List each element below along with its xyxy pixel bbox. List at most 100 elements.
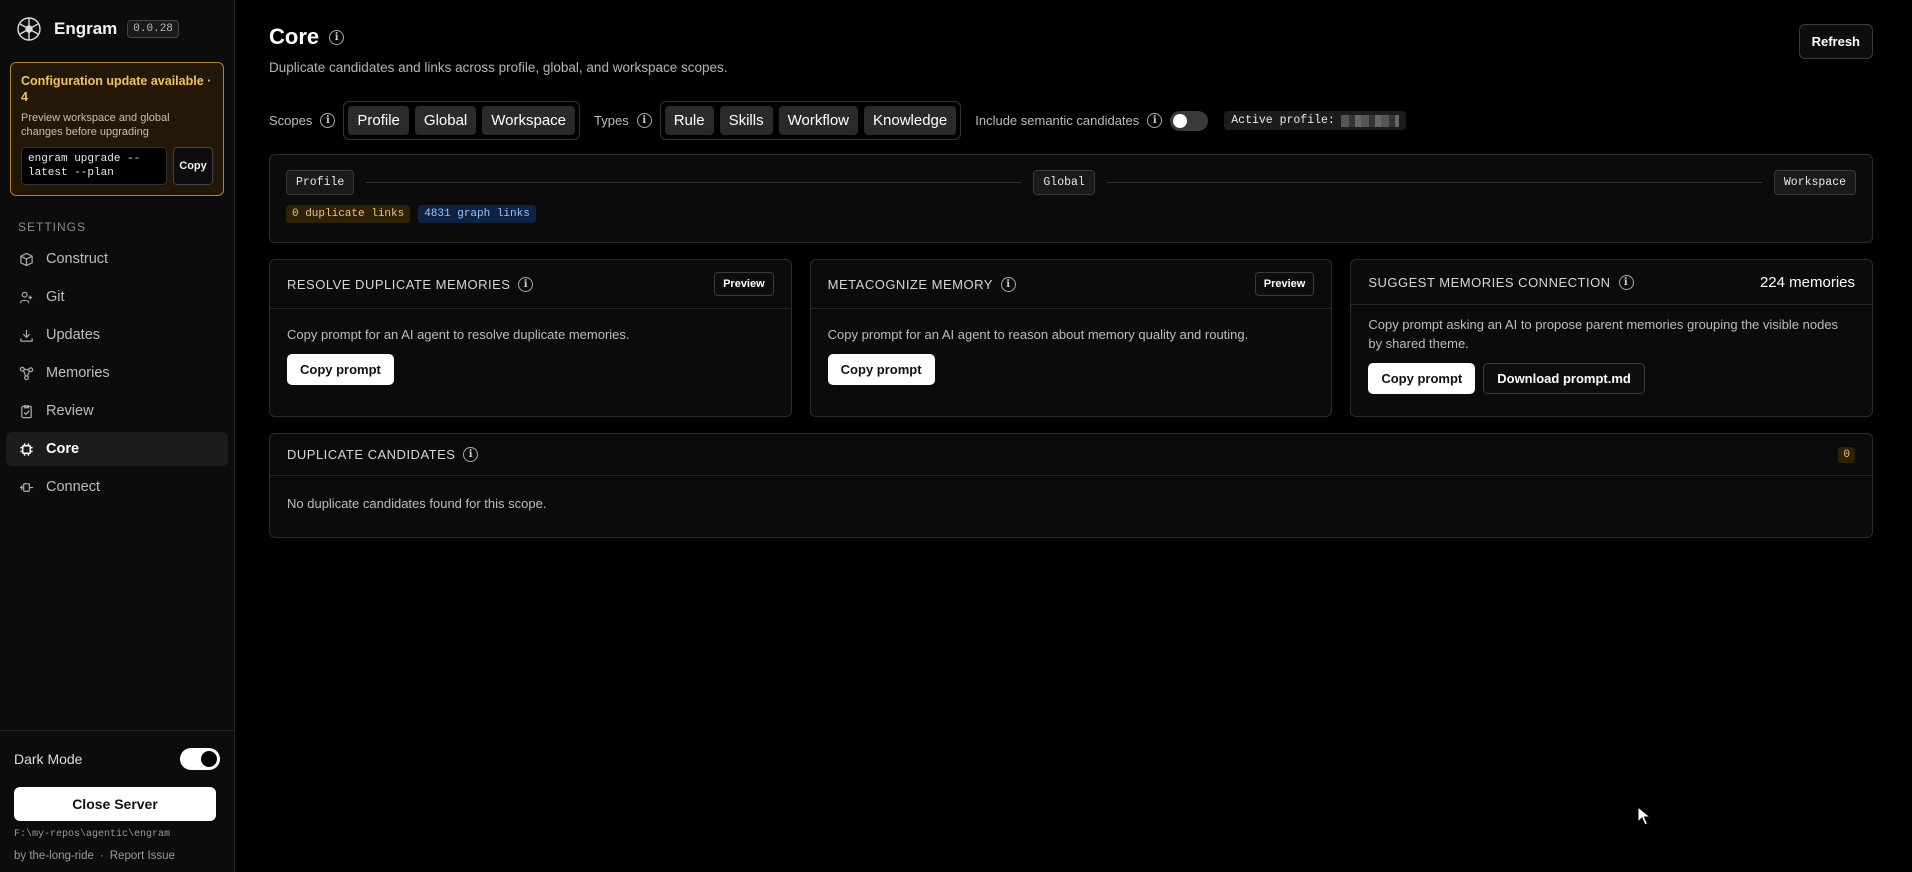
download-prompt-button[interactable]: Download prompt.md bbox=[1483, 363, 1645, 394]
redacted-profile-name bbox=[1340, 114, 1399, 127]
duplicate-count-badge: 0 bbox=[1838, 446, 1855, 463]
info-icon[interactable]: i bbox=[320, 113, 336, 128]
duplicate-candidates-panel: DUPLICATE CANDIDATES i 0 No duplicate ca… bbox=[269, 433, 1873, 538]
type-chip-workflow[interactable]: Workflow bbox=[778, 106, 858, 135]
card-description: Copy prompt asking an AI to propose pare… bbox=[1368, 317, 1839, 351]
sidebar-item-memories[interactable]: Memories bbox=[6, 356, 228, 390]
upgrade-command: engram upgrade -- latest --plan bbox=[21, 147, 167, 185]
update-description: Preview workspace and global changes bef… bbox=[21, 112, 170, 138]
info-icon[interactable]: i bbox=[1147, 113, 1163, 128]
sidebar-item-label: Updates bbox=[46, 327, 101, 343]
settings-section-label: SETTINGS bbox=[18, 220, 87, 234]
card-body: Copy prompt for an AI agent to resolve d… bbox=[270, 309, 791, 401]
sidebar-item-label: Git bbox=[46, 289, 65, 305]
main-content: Core i Duplicate candidates and links ac… bbox=[235, 0, 1912, 872]
scope-chip-profile[interactable]: Profile bbox=[348, 106, 409, 135]
type-chip-skills[interactable]: Skills bbox=[719, 106, 773, 135]
sidebar-item-connect[interactable]: Connect bbox=[6, 470, 228, 504]
download-icon bbox=[18, 327, 34, 343]
scope-tag-workspace: Workspace bbox=[1773, 170, 1857, 195]
card-header: SUGGEST MEMORIES CONNECTION i 224 memori… bbox=[1351, 260, 1873, 305]
info-icon[interactable]: i bbox=[1000, 276, 1016, 292]
page-subtitle: Duplicate candidates and links across pr… bbox=[269, 60, 728, 75]
scope-chip-workspace[interactable]: Workspace bbox=[482, 106, 576, 135]
info-icon[interactable]: i bbox=[518, 276, 534, 292]
version-badge: 0.0.28 bbox=[127, 20, 179, 38]
info-icon[interactable]: i bbox=[329, 29, 345, 45]
panel-title-text: DUPLICATE CANDIDATES bbox=[287, 447, 456, 462]
scope-line: Profile Global Workspace bbox=[286, 170, 1857, 195]
scope-tag-global: Global bbox=[1033, 170, 1095, 195]
preview-button[interactable]: Preview bbox=[714, 272, 774, 296]
card-header: METACOGNIZE MEMORY i Preview bbox=[810, 260, 1332, 309]
types-label-text: Types bbox=[594, 113, 629, 128]
type-chip-knowledge[interactable]: Knowledge bbox=[864, 106, 957, 135]
clipboard-icon bbox=[18, 403, 34, 419]
card-title-text: METACOGNIZE MEMORY bbox=[827, 276, 993, 292]
page-header: Core i Duplicate candidates and links ac… bbox=[269, 24, 1873, 75]
update-title: Configuration update available · 4 bbox=[21, 74, 212, 104]
scope-tag-profile: Profile bbox=[286, 170, 355, 195]
info-icon[interactable]: i bbox=[463, 447, 479, 462]
action-cards: RESOLVE DUPLICATE MEMORIES i Preview Cop… bbox=[269, 259, 1874, 417]
sidebar-item-git[interactable]: Git bbox=[6, 280, 228, 314]
semantic-toggle[interactable] bbox=[1170, 110, 1209, 131]
card-buttons: Copy prompt Download prompt.md bbox=[1368, 363, 1855, 394]
copy-prompt-button[interactable]: Copy prompt bbox=[1368, 363, 1476, 394]
sidebar: Engram 0.0.28 Configuration update avail… bbox=[0, 0, 235, 872]
scope-chips: Profile Global Workspace bbox=[343, 101, 581, 140]
card-description: Copy prompt for an AI agent to reason ab… bbox=[827, 327, 1249, 342]
active-profile-label: Active profile: bbox=[1231, 114, 1335, 127]
sidebar-item-updates[interactable]: Updates bbox=[6, 318, 228, 352]
card-header: RESOLVE DUPLICATE MEMORIES i Preview bbox=[270, 260, 791, 309]
refresh-button[interactable]: Refresh bbox=[1798, 24, 1873, 59]
page-title: Core bbox=[269, 24, 320, 49]
card-buttons: Copy prompt bbox=[827, 354, 1315, 385]
scope-chip-global[interactable]: Global bbox=[414, 106, 477, 135]
panel-header: DUPLICATE CANDIDATES i 0 bbox=[270, 434, 1872, 476]
sidebar-item-construct[interactable]: Construct bbox=[6, 242, 228, 276]
card-description: Copy prompt for an AI agent to resolve d… bbox=[287, 327, 630, 342]
dark-mode-toggle[interactable] bbox=[180, 748, 220, 770]
dark-mode-label: Dark Mode bbox=[14, 751, 83, 767]
semantic-label-text: Include semantic candidates bbox=[975, 113, 1140, 128]
types-label: Types i bbox=[594, 113, 652, 128]
metacognize-memory-card: METACOGNIZE MEMORY i Preview Copy prompt… bbox=[809, 259, 1333, 417]
type-chips: Rule Skills Workflow Knowledge bbox=[659, 101, 962, 140]
scope-badges: 0 duplicate links 4831 graph links bbox=[286, 205, 1856, 223]
sidebar-item-label: Review bbox=[46, 403, 94, 419]
author-link[interactable]: by the-long-ride bbox=[14, 850, 94, 862]
sidebar-item-label: Core bbox=[46, 441, 80, 457]
brand: Engram 0.0.28 bbox=[0, 0, 234, 58]
preview-button[interactable]: Preview bbox=[1254, 272, 1315, 296]
report-issue-link[interactable]: Report Issue bbox=[110, 850, 175, 862]
header-text: Core i Duplicate candidates and links ac… bbox=[269, 24, 728, 75]
card-buttons: Copy prompt bbox=[287, 354, 774, 385]
active-profile-badge: Active profile: bbox=[1224, 111, 1406, 130]
type-chip-rule[interactable]: Rule bbox=[664, 106, 714, 135]
title-row: Core i bbox=[269, 24, 728, 50]
close-server-button[interactable]: Close Server bbox=[14, 787, 216, 821]
engram-logo-icon bbox=[14, 14, 44, 44]
semantic-label: Include semantic candidates i bbox=[975, 113, 1163, 128]
resolve-duplicates-card: RESOLVE DUPLICATE MEMORIES i Preview Cop… bbox=[269, 259, 792, 417]
app-root: Engram 0.0.28 Configuration update avail… bbox=[0, 0, 1912, 872]
panel-title: DUPLICATE CANDIDATES i bbox=[287, 447, 479, 462]
duplicate-links-badge: 0 duplicate links bbox=[286, 205, 411, 223]
copy-prompt-button[interactable]: Copy prompt bbox=[287, 354, 394, 385]
card-title: METACOGNIZE MEMORY i bbox=[827, 276, 1016, 292]
graph-links-badge: 4831 graph links bbox=[418, 205, 536, 223]
memories-count: 224 memories bbox=[1759, 273, 1856, 291]
copy-command-button[interactable]: Copy bbox=[173, 147, 213, 185]
copy-prompt-button[interactable]: Copy prompt bbox=[827, 354, 935, 385]
info-icon[interactable]: i bbox=[636, 113, 652, 128]
sidebar-item-core[interactable]: Core bbox=[6, 432, 228, 466]
info-icon[interactable]: i bbox=[1618, 274, 1634, 290]
sidebar-item-review[interactable]: Review bbox=[6, 394, 228, 428]
update-command-row: engram upgrade -- latest --plan Copy bbox=[21, 147, 213, 185]
empty-state: No duplicate candidates found for this s… bbox=[287, 496, 547, 511]
suggest-connection-card: SUGGEST MEMORIES CONNECTION i 224 memori… bbox=[1350, 259, 1874, 417]
scope-divider bbox=[366, 182, 1022, 183]
byline-separator: · bbox=[99, 850, 104, 862]
sidebar-nav: Construct Git Updates Memories Review Co… bbox=[0, 242, 234, 504]
